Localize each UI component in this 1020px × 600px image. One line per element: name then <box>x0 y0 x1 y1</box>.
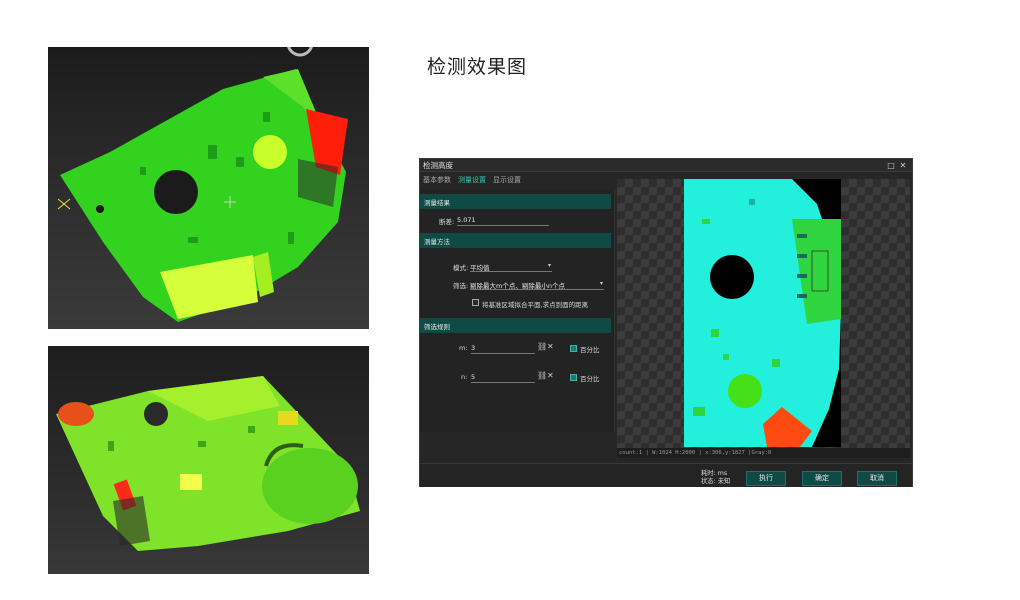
rule-m-percent-label: 百分比 <box>580 346 600 354</box>
window-footer: 耗时: ms 状态: 未知 执行 确定 取消 <box>420 463 912 487</box>
tab-display-settings[interactable]: 显示设置 <box>490 174 525 186</box>
height-map-image <box>684 179 841 447</box>
dropdown-caret-icon: ▾ <box>547 262 551 269</box>
tab-measure-settings[interactable]: 测量设置 <box>455 174 490 186</box>
fit-plane-label: 将基准区域拟合平面,求点到面的距离 <box>482 301 589 309</box>
rule-n-label: n: <box>461 373 468 381</box>
link-icon[interactable]: ⛓ <box>537 342 547 351</box>
viewer-status-line: count:1 | W:1024 H:2000 | x:306,y:1827 |… <box>617 448 910 458</box>
step-label: 断差: <box>439 218 455 226</box>
clear-icon[interactable]: ✕ <box>547 342 554 351</box>
time-info: 耗时: ms 状态: 未知 <box>701 470 730 486</box>
section-filter-header: 筛选规则 <box>420 318 611 333</box>
window-title: 检测高度 <box>423 160 453 170</box>
page-heading: 检测效果图 <box>427 56 528 78</box>
mode-select[interactable]: 平均值 ▾ <box>470 262 552 272</box>
section-result-header: 测量结果 <box>420 194 611 209</box>
time-label: 耗时: ms <box>701 470 728 477</box>
pointcloud-image-top <box>48 47 369 329</box>
rule-n-percent-checkbox[interactable] <box>570 374 577 381</box>
mode-select-value: 平均值 <box>470 264 490 272</box>
link-icon[interactable]: ⛓ <box>537 371 547 380</box>
window-titlebar: 检测高度 □ ✕ <box>420 159 912 172</box>
page: 检测效果图 检测高度 □ ✕ 基本参数 测量设置 显示设置 测量结果 断差: 5… <box>0 0 1020 600</box>
settings-panel: 测量结果 断差: 5.071 测量方法 模式: 平均值 ▾ 筛选: 剔除最大m个… <box>420 189 615 432</box>
tab-basic-params[interactable]: 基本参数 <box>420 174 455 186</box>
clear-icon[interactable]: ✕ <box>547 371 554 380</box>
measure-height-window: 检测高度 □ ✕ 基本参数 测量设置 显示设置 测量结果 断差: 5.071 测… <box>419 158 913 487</box>
mode-label: 模式: <box>453 264 469 272</box>
confirm-button[interactable]: 确定 <box>802 471 842 486</box>
fit-plane-checkbox[interactable] <box>472 299 479 306</box>
state-label: 状态: 未知 <box>701 478 731 485</box>
rule-m-percent-checkbox[interactable] <box>570 345 577 352</box>
filter-label: 筛选: <box>453 282 469 290</box>
section-method-header: 测量方法 <box>420 233 611 248</box>
close-icon[interactable]: ✕ <box>897 161 909 170</box>
filter-select[interactable]: 剔除最大m个点、剔除最小n个点 ▾ <box>470 280 604 290</box>
cancel-button[interactable]: 取消 <box>857 471 897 486</box>
rule-m-input[interactable]: 3 <box>471 344 535 354</box>
maximize-icon[interactable]: □ <box>885 161 897 170</box>
pointcloud-image-bottom <box>48 346 369 574</box>
rule-m-label: m: <box>459 344 468 352</box>
filter-select-value: 剔除最大m个点、剔除最小n个点 <box>470 282 565 290</box>
dropdown-caret-icon: ▾ <box>599 280 603 287</box>
tab-bar: 基本参数 测量设置 显示设置 <box>420 174 525 186</box>
rule-n-input[interactable]: 5 <box>471 373 535 383</box>
image-viewer[interactable]: count:1 | W:1024 H:2000 | x:306,y:1827 |… <box>617 179 910 458</box>
step-value: 5.071 <box>457 216 549 226</box>
execute-button[interactable]: 执行 <box>746 471 786 486</box>
rule-n-percent-label: 百分比 <box>580 375 600 383</box>
